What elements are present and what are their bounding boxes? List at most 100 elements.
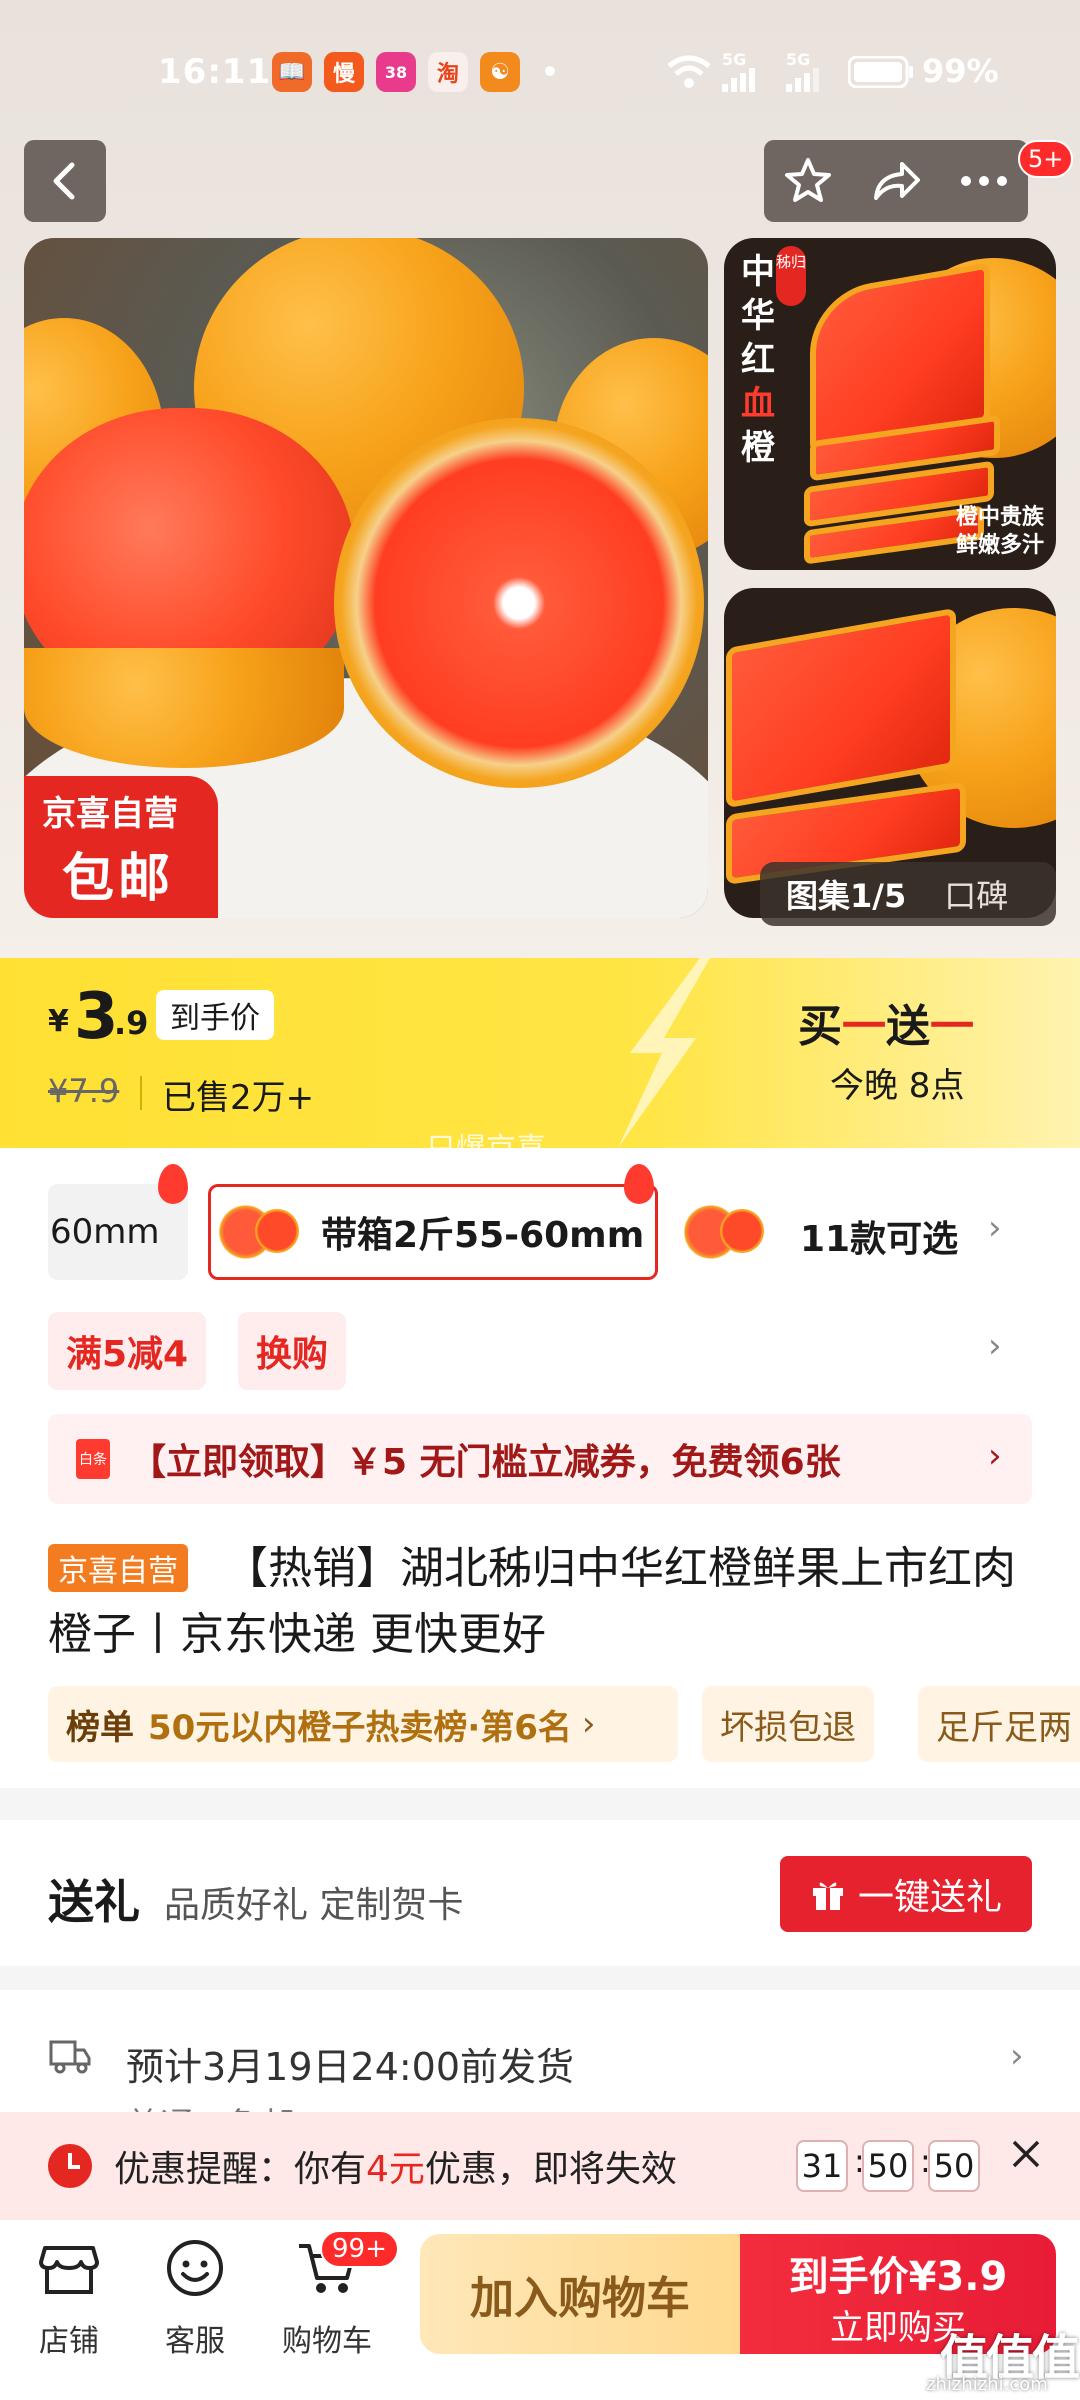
gallery-counter-label: 图集1/5 — [786, 877, 907, 915]
reviews-tab[interactable]: 口碑 — [944, 871, 1008, 917]
app-icon-taobao: 淘 — [428, 52, 468, 92]
network-type-1: 5G — [722, 50, 747, 69]
lightning-icon — [618, 958, 710, 1148]
battery-icon — [848, 56, 913, 88]
add-to-cart-button[interactable]: 加入购物车 — [420, 2234, 740, 2354]
message-badge[interactable]: 5+ — [1018, 140, 1074, 178]
hot-flame-icon — [158, 1164, 188, 1204]
send-gift-button[interactable]: 一键送礼 — [780, 1856, 1032, 1932]
add-to-cart-label: 加入购物车 — [470, 2273, 690, 2324]
sold-count: 已售2万+ — [162, 1078, 315, 1118]
reminder-text: 优惠提醒：你有4元优惠，即将失效 — [114, 2140, 677, 2192]
title-char: 中 — [741, 252, 775, 292]
original-price: ¥7.9 — [48, 1072, 120, 1110]
sku-label: 60mm — [50, 1212, 160, 1252]
clock-icon — [48, 2144, 92, 2188]
product-title: 【热销】湖北秭归中华红橙鲜果上市红肉橙子丨京东快递 更快更好 — [48, 1543, 1016, 1660]
buy-now-price: 到手价¥3.9 — [788, 2254, 1008, 2300]
badge-shop-label: 京喜自营 — [42, 794, 178, 834]
coupon-reminder-bar[interactable]: 优惠提醒：你有4元优惠，即将失效 — [0, 2112, 1080, 2220]
gift-title: 送礼 — [48, 1875, 140, 1929]
service-tag-damage[interactable]: 坏损包退 — [702, 1686, 874, 1762]
promo-time: 今晚 8点 — [830, 1066, 965, 1106]
countdown-minutes: 50 — [862, 2140, 914, 2192]
status-bar: 16:11 📖 慢 38 淘 ☯ 5G 5G 99% — [0, 0, 1080, 140]
network-type-2: 5G — [786, 50, 811, 69]
app-icon-other: ☯ — [480, 52, 520, 92]
favorite-star-icon[interactable] — [783, 156, 833, 206]
chevron-right-icon[interactable]: › — [1010, 2036, 1024, 2076]
customer-service-button[interactable]: 客服 — [140, 2236, 250, 2360]
coupon-icon: 白条 — [76, 1439, 110, 1479]
chevron-left-icon — [53, 162, 75, 200]
ranking-badge[interactable]: 榜单 50元以内橙子热卖榜·第6名 › — [48, 1686, 678, 1762]
signal-icon-1 — [722, 68, 755, 92]
app-icon-man: 慢 — [324, 52, 364, 92]
shipping-estimate: 预计3月19日24:00前发货 — [126, 2045, 575, 2089]
caption-line: 橙中贵族 — [955, 505, 1044, 530]
thumbnail-caption: 橙中贵族 鲜嫩多汁 — [956, 504, 1044, 560]
promo-char: 买 — [798, 1001, 842, 1052]
shop-shipping-badge: 京喜自营 包邮 — [24, 776, 218, 918]
cart-label: 购物车 — [282, 2324, 372, 2359]
shop-tag: 京喜自营 — [48, 1544, 188, 1592]
sku-label: 带箱2斤55-60mm — [321, 1215, 645, 1256]
thumbnail-vertical-title: 中 华 红 血 橙 — [734, 250, 782, 470]
discount-tag[interactable]: 满5减4 — [48, 1312, 207, 1390]
sku-count-link[interactable]: 11款可选 — [800, 1210, 958, 1262]
more-icon[interactable] — [959, 174, 1009, 188]
reminder-amount: 4元 — [366, 2149, 425, 2190]
notification-dot-icon — [545, 66, 555, 76]
chevron-right-icon: › — [581, 1704, 596, 1744]
share-icon[interactable] — [870, 158, 922, 204]
ranking-prefix: 榜单 — [66, 1707, 134, 1748]
gallery-thumbnail-1[interactable]: 秭归 中 华 红 血 橙 橙中贵族 鲜嫩多汁 — [724, 238, 1056, 570]
promo-char: 一 — [930, 1001, 974, 1052]
exchange-tag[interactable]: 换购 — [238, 1312, 347, 1390]
reminder-prefix: 优惠提醒：你有 — [114, 2149, 367, 2190]
badge-shipping-label: 包邮 — [62, 849, 175, 909]
app-icon-38: 38 — [376, 52, 416, 92]
store-label: 店铺 — [39, 2324, 99, 2359]
service-label: 客服 — [165, 2324, 225, 2359]
app-icon-reader: 📖 — [272, 52, 312, 92]
send-gift-label: 一键送礼 — [857, 1877, 1002, 1918]
battery-percentage: 99% — [922, 52, 999, 90]
chevron-right-icon[interactable]: › — [988, 1326, 1002, 1366]
close-icon[interactable] — [1004, 2132, 1048, 2176]
store-button[interactable]: 店铺 — [14, 2236, 124, 2360]
store-icon — [39, 2246, 99, 2294]
title-char: 血 — [741, 384, 775, 424]
back-button[interactable] — [24, 140, 106, 222]
gallery-counter[interactable]: 图集1/5 口碑 — [760, 862, 1056, 926]
promo-char: 送 — [886, 1001, 930, 1052]
countdown-hours: 31 — [796, 2140, 848, 2192]
hot-flame-icon — [624, 1164, 654, 1204]
halved-orange-image — [334, 418, 704, 788]
countdown-seconds: 50 — [928, 2140, 980, 2192]
caption-line: 鲜嫩多汁 — [955, 533, 1044, 558]
final-price-label: 到手价 — [156, 990, 274, 1040]
promo-char: 一 — [842, 1001, 886, 1052]
chevron-right-icon[interactable]: › — [988, 1208, 1002, 1248]
status-time: 16:11 — [158, 52, 272, 92]
buy-one-get-one-title: 买一送一 — [798, 990, 974, 1054]
signal-icon-2 — [786, 68, 819, 92]
orange-peel-image — [24, 648, 344, 768]
service-tag-weight[interactable]: 足斤足两 — [918, 1686, 1080, 1762]
cart-count-badge: 99+ — [320, 2230, 399, 2268]
site-watermark-url: zhizhizhi.com — [926, 2374, 1048, 2395]
sku-thumbnail — [680, 1189, 768, 1275]
sku-option-selected[interactable]: 带箱2斤55-60mm — [208, 1184, 658, 1280]
sku-thumbnail — [215, 1189, 303, 1275]
coupon-banner[interactable]: 白条 【立即领取】￥5 无门槛立减券，免费领6张 — [48, 1414, 1032, 1504]
coupon-text: 【立即领取】￥5 无门槛立减券，免费领6张 — [130, 1442, 841, 1483]
header-actions — [764, 140, 1028, 222]
price-decimal: .9 — [114, 1004, 149, 1042]
chevron-right-icon[interactable]: › — [988, 1436, 1002, 1476]
gift-subtitle: 品质好礼 定制贺卡 — [164, 1885, 464, 1926]
smiley-service-icon — [167, 2240, 223, 2296]
sku-option-next[interactable] — [676, 1184, 776, 1280]
ranking-text: 50元以内橙子热卖榜·第6名 — [148, 1707, 572, 1748]
title-char: 橙 — [741, 428, 775, 468]
